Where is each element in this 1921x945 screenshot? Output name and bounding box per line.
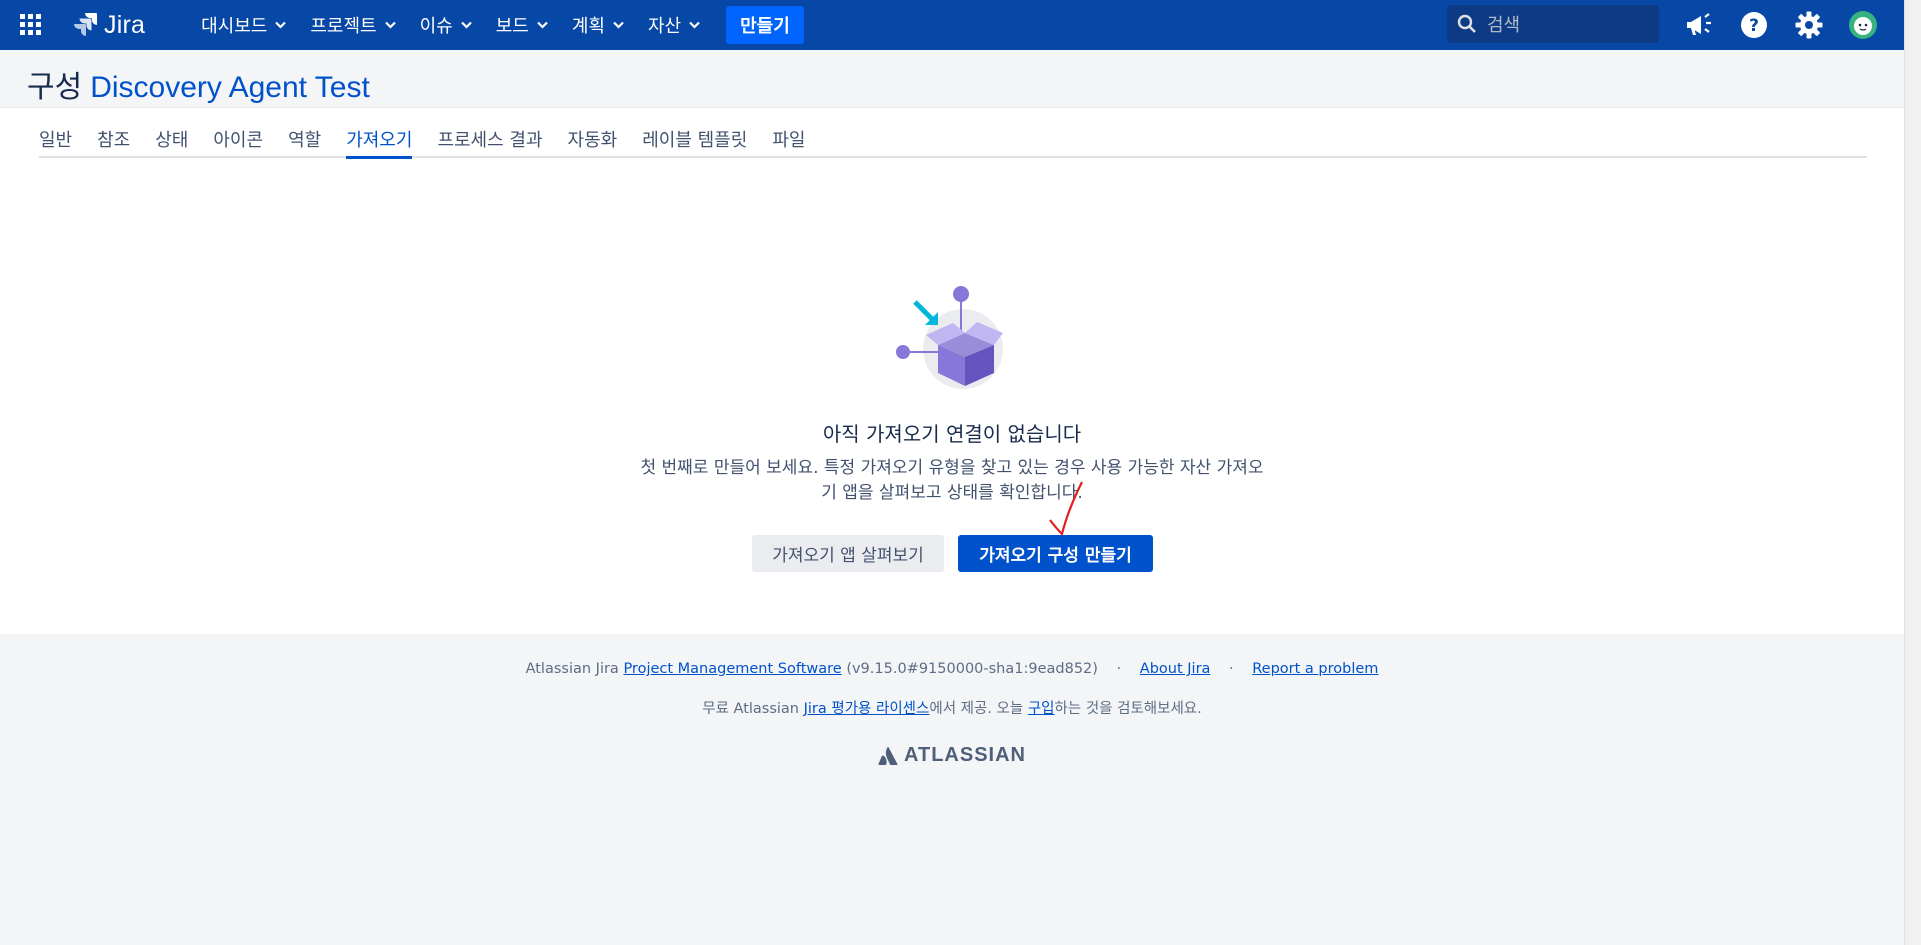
nav-label: 프로젝트 xyxy=(310,16,377,37)
report-problem-link[interactable]: Report a problem xyxy=(1252,661,1378,677)
footer: Atlassian Jira Project Management Softwa… xyxy=(0,634,1904,945)
empty-state-description: 첫 번째로 만들어 보세요. 특정 가져오기 유형을 찾고 있는 경우 사용 가… xyxy=(640,458,1264,503)
app-switcher-icon[interactable] xyxy=(16,10,46,40)
chevron-down-icon xyxy=(537,21,548,29)
tab-files[interactable]: 파일 xyxy=(772,120,805,158)
tab-process-results[interactable]: 프로세스 결과 xyxy=(437,120,542,158)
atlassian-logo-text: ATLASSIAN xyxy=(904,744,1026,766)
atlassian-mark-icon xyxy=(878,746,898,765)
empty-state: 아직 가져오기 연결이 없습니다 첫 번째로 만들어 보세요. 특정 가져오기 … xyxy=(0,160,1904,634)
explore-import-apps-button[interactable]: 가져오기 앱 살펴보기 xyxy=(752,535,944,572)
search-input[interactable]: 검색 xyxy=(1447,5,1659,43)
nav-label: 대시보드 xyxy=(201,16,268,37)
settings-icon[interactable] xyxy=(1791,7,1827,43)
tab-roles[interactable]: 역할 xyxy=(288,120,321,158)
footer-line-1: Atlassian Jira Project Management Softwa… xyxy=(0,661,1904,677)
vertical-scrollbar[interactable] xyxy=(1904,0,1921,945)
tab-statuses[interactable]: 상태 xyxy=(155,120,188,158)
buy-link[interactable]: 구입 xyxy=(1028,701,1055,717)
main-nav: 대시보드 프로젝트 이슈 보드 계획 자산 만들기 xyxy=(191,0,804,50)
tab-references[interactable]: 참조 xyxy=(97,120,130,158)
nav-label: 이슈 xyxy=(419,16,453,37)
red-checkmark-annotation xyxy=(1049,481,1083,536)
help-icon[interactable]: ? xyxy=(1736,7,1772,43)
tab-icons[interactable]: 아이콘 xyxy=(213,120,263,158)
chevron-down-icon xyxy=(275,21,287,29)
chevron-down-icon xyxy=(613,21,624,29)
import-box-illustration xyxy=(896,286,1003,389)
notifications-icon[interactable] xyxy=(1680,7,1716,43)
nav-label: 보드 xyxy=(495,16,529,37)
nav-assets[interactable]: 자산 xyxy=(638,0,710,50)
jira-logo[interactable]: Jira xyxy=(72,11,145,40)
tab-label-templates[interactable]: 레이블 템플릿 xyxy=(642,120,747,158)
chevron-down-icon xyxy=(384,21,396,29)
footer-separator: · xyxy=(1229,661,1234,677)
chevron-down-icon xyxy=(460,21,472,29)
footer-separator: · xyxy=(1116,661,1122,677)
license-prefix: 무료 Atlassian xyxy=(702,701,799,717)
nav-issues[interactable]: 이슈 xyxy=(410,0,482,50)
license-suffix: 하는 것을 검토해보세요. xyxy=(1054,701,1202,717)
nav-label: 계획 xyxy=(571,16,605,37)
tab-general[interactable]: 일반 xyxy=(39,120,72,158)
top-navigation-bar: Jira 대시보드 프로젝트 이슈 보드 계획 자산 만들기 검색 ? xyxy=(0,0,1904,50)
nav-dashboards[interactable]: 대시보드 xyxy=(191,0,296,50)
nav-projects[interactable]: 프로젝트 xyxy=(300,0,405,50)
footer-version: (v9.15.0#9150000-sha1:9ead852) xyxy=(846,661,1098,677)
jira-page: Jira 대시보드 프로젝트 이슈 보드 계획 자산 만들기 검색 ? 구성 D… xyxy=(0,0,1904,945)
page-title: 구성 Discovery Agent Test xyxy=(27,62,370,106)
license-mid: 에서 제공. 오늘 xyxy=(929,701,1024,717)
footer-prefix: Atlassian Jira xyxy=(525,661,619,677)
nav-label: 자산 xyxy=(647,16,682,37)
config-tabs: 일반 참조 상태 아이콘 역할 가져오기 프로세스 결과 자동화 레이블 템플릿… xyxy=(39,120,1867,159)
nav-plans[interactable]: 계획 xyxy=(562,0,634,50)
jira-mark-icon xyxy=(74,13,97,36)
footer-line-2: 무료 Atlassian Jira 평가용 라이센스에서 제공. 오늘 구입하는… xyxy=(0,697,1904,718)
project-management-software-link[interactable]: Project Management Software xyxy=(623,661,841,677)
project-name-link[interactable]: Discovery Agent Test xyxy=(90,71,370,104)
create-button[interactable]: 만들기 xyxy=(726,6,804,44)
page-title-prefix: 구성 xyxy=(27,70,83,105)
about-jira-link[interactable]: About Jira xyxy=(1140,661,1211,677)
nav-boards[interactable]: 보드 xyxy=(486,0,558,50)
svg-text:?: ? xyxy=(1749,16,1759,36)
search-placeholder: 검색 xyxy=(1487,15,1521,36)
tab-import[interactable]: 가져오기 xyxy=(346,120,413,159)
chevron-down-icon xyxy=(689,21,700,29)
evaluation-license-link[interactable]: Jira 평가용 라이센스 xyxy=(804,701,930,717)
page-header: 구성 Discovery Agent Test xyxy=(0,50,1904,108)
atlassian-logo[interactable]: ATLASSIAN xyxy=(0,744,1904,767)
create-import-configuration-button[interactable]: 가져오기 구성 만들기 xyxy=(958,535,1153,572)
search-icon xyxy=(1457,14,1476,33)
jira-logo-text: Jira xyxy=(104,10,146,39)
empty-state-title: 아직 가져오기 연결이 없습니다 xyxy=(822,422,1082,446)
avatar[interactable] xyxy=(1845,7,1881,43)
tab-automation[interactable]: 자동화 xyxy=(568,120,618,158)
